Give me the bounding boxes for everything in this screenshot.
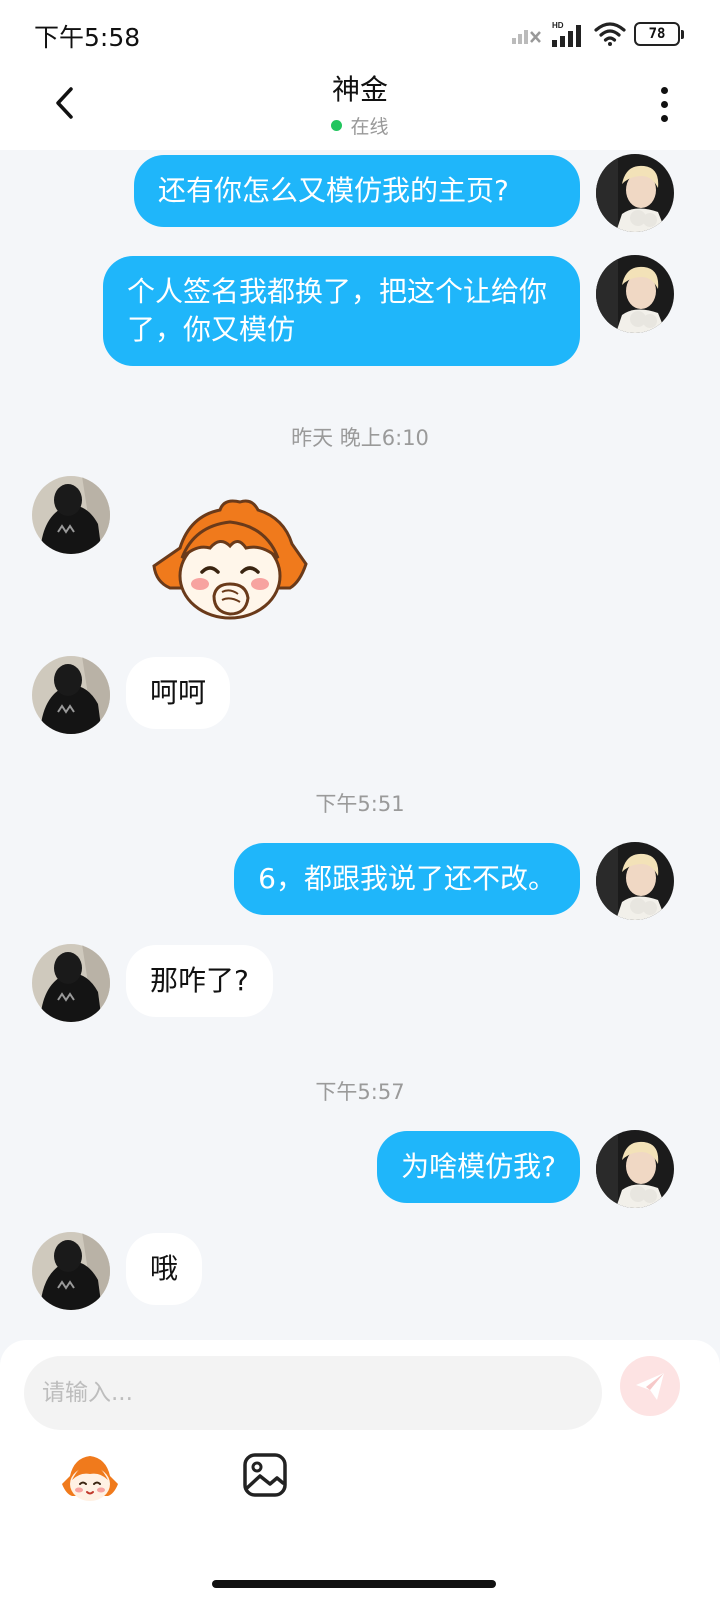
sticker-button[interactable] [60,1450,120,1510]
more-options-button[interactable] [646,82,682,126]
message-timestamp: 下午5:57 [315,1080,405,1104]
network-type-label: HD [552,21,564,30]
image-button[interactable] [240,1450,300,1510]
contact-avatar[interactable] [32,656,110,734]
contact-name: 神金 [331,73,388,106]
my-avatar[interactable] [596,842,674,920]
signal-icon: HD [552,21,581,47]
online-status-label: 在线 [350,116,389,138]
battery-indicator: 78 [634,22,684,46]
wifi-icon [594,22,626,46]
outgoing-message[interactable]: 个人签名我都换了，把这个让给你了，你又模仿 [103,256,580,366]
status-bar: 下午5:58 HD 78 [0,0,720,64]
incoming-message[interactable]: 那咋了? [126,945,273,1017]
chevron-left-icon [56,87,73,119]
chat-messages[interactable]: 还有你怎么又模仿我的主页? 个人签名我都换了，把这个让给你了，你又模仿 昨天 晚… [0,150,720,1340]
send-button[interactable] [620,1356,680,1416]
sticker-icon [62,1456,118,1501]
outgoing-message[interactable]: 为啥模仿我? [377,1131,580,1203]
more-dot-icon [660,100,668,108]
message-text: 那咋了? [150,964,249,997]
message-text: 6，都跟我说了还不改。 [258,862,556,895]
contact-info: 神金 在线 [210,72,510,139]
sticker-message[interactable] [150,496,310,626]
my-avatar[interactable] [596,1130,674,1208]
more-dot-icon [660,114,668,122]
message-timestamp: 下午5:51 [315,792,405,816]
contact-avatar[interactable] [32,476,110,554]
battery-level: 78 [648,26,666,42]
more-dot-icon [660,86,668,94]
contact-avatar[interactable] [32,944,110,1022]
composer [0,1340,720,1600]
image-icon [243,1453,287,1497]
status-time: 下午5:58 [34,23,141,52]
message-text: 为啥模仿我? [401,1150,556,1183]
message-text: 哦 [150,1252,179,1285]
home-indicator[interactable] [212,1580,496,1588]
paper-plane-icon [636,1373,664,1400]
my-avatar[interactable] [596,255,674,333]
incoming-message[interactable]: 哦 [126,1233,203,1305]
message-text: 呵呵 [150,676,207,709]
outgoing-message[interactable]: 6，都跟我说了还不改。 [234,843,580,915]
my-avatar[interactable] [596,154,674,232]
message-timestamp: 昨天 晚上6:10 [291,426,429,450]
contact-avatar[interactable] [32,1232,110,1310]
status-icons: HD 78 [512,20,684,48]
message-input[interactable] [24,1356,602,1430]
signal-disabled-icon [512,30,541,44]
chat-header: 神金 在线 [0,64,720,150]
online-status: 在线 [210,112,510,139]
online-dot-icon [331,120,343,131]
laughing-girl-sticker-icon [152,499,308,620]
back-button[interactable] [40,78,90,128]
message-text: 还有你怎么又模仿我的主页? [158,174,509,207]
message-text: 个人签名我都换了，把这个让给你了，你又模仿 [127,275,548,346]
incoming-message[interactable]: 呵呵 [126,657,231,729]
outgoing-message[interactable]: 还有你怎么又模仿我的主页? [134,155,580,227]
